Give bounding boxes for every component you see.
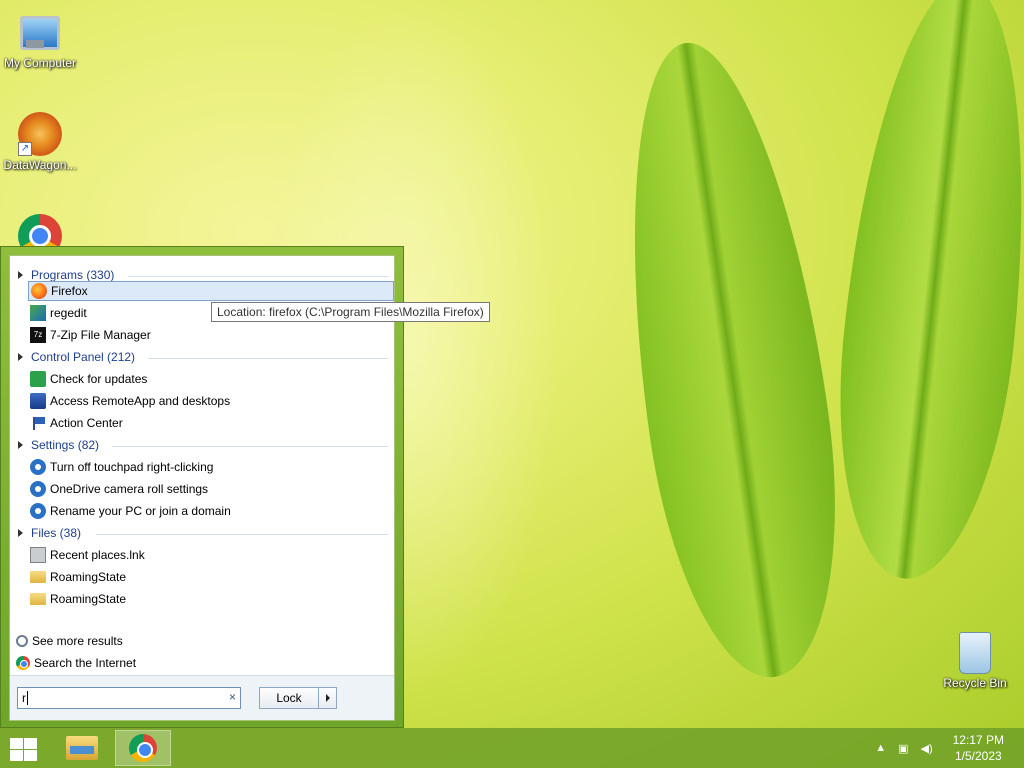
divider [128, 276, 388, 277]
result-check-updates[interactable]: Check for updates [28, 369, 394, 389]
result-rename-pc[interactable]: Rename your PC or join a domain [28, 501, 394, 521]
result-label: Firefox [51, 284, 88, 298]
desktop-icon-label: My Computer [3, 56, 77, 70]
group-label: Files (38) [31, 526, 82, 540]
folder-icon [30, 593, 46, 605]
result-label: Recent places.lnk [50, 548, 145, 562]
wallpaper-leaf-left [596, 30, 864, 690]
see-more-label: See more results [32, 634, 123, 648]
desktop-icon-recycle-bin[interactable]: Recycle Bin [935, 632, 1015, 690]
magnifier-icon [16, 635, 28, 647]
taskbar-file-explorer[interactable] [54, 730, 110, 766]
result-remoteapp[interactable]: Access RemoteApp and desktops [28, 391, 394, 411]
start-menu-panel: Programs (330) Firefox regedit 7z 7-Zip … [9, 255, 395, 721]
result-7zip[interactable]: 7z 7-Zip File Manager [28, 325, 394, 345]
result-label: Rename your PC or join a domain [50, 504, 231, 518]
expand-arrow-icon [18, 441, 23, 449]
7zip-icon: 7z [30, 327, 46, 343]
folder-icon [30, 571, 46, 583]
result-roamingstate[interactable]: RoamingState [28, 589, 394, 609]
shortcut-arrow-icon: ↗ [18, 142, 32, 156]
lock-options-arrow-icon[interactable] [319, 688, 336, 708]
group-programs[interactable]: Programs (330) [18, 268, 388, 282]
result-firefox[interactable]: Firefox [28, 281, 394, 301]
taskbar: ▲ ▣ ◀) 12:17 PM 1/5/2023 [0, 728, 1024, 768]
result-onedrive[interactable]: OneDrive camera roll settings [28, 479, 394, 499]
desktop-icon-label: Recycle Bin [943, 676, 1007, 690]
search-the-internet[interactable]: Search the Internet [16, 656, 136, 670]
text-cursor [27, 691, 28, 705]
wallpaper-leaf-right [819, 0, 1024, 588]
result-roamingstate[interactable]: RoamingState [28, 567, 394, 587]
start-menu-footer: r × Lock [10, 675, 394, 720]
recycle-bin-icon [959, 632, 991, 674]
result-recent-places[interactable]: Recent places.lnk [28, 545, 394, 565]
see-more-results[interactable]: See more results [16, 634, 123, 648]
desktop-icon-datawagon[interactable]: ↗ DataWagon... [0, 112, 80, 172]
expand-arrow-icon [18, 271, 23, 279]
group-control-panel[interactable]: Control Panel (212) [18, 350, 388, 364]
desktop-icon-label: DataWagon... [3, 158, 77, 172]
result-label: Access RemoteApp and desktops [50, 394, 231, 408]
result-action-center[interactable]: Action Center [28, 413, 394, 433]
lock-button[interactable]: Lock [259, 687, 337, 709]
divider [96, 534, 388, 535]
clock-date: 1/5/2023 [954, 749, 1002, 763]
flag-icon [30, 415, 46, 431]
show-hidden-icons-icon[interactable]: ▲ [875, 742, 886, 754]
expand-arrow-icon [18, 529, 23, 537]
search-input[interactable]: r × [17, 687, 241, 709]
taskbar-chrome[interactable] [115, 730, 171, 766]
search-text: r [22, 691, 26, 705]
system-tray: ▲ ▣ ◀) 12:17 PM 1/5/2023 [869, 728, 1024, 768]
group-files[interactable]: Files (38) [18, 526, 388, 540]
clock[interactable]: 12:17 PM 1/5/2023 [953, 732, 1004, 764]
result-label: RoamingState [50, 592, 127, 606]
result-label: Turn off touchpad right-clicking [50, 460, 214, 474]
result-touchpad[interactable]: Turn off touchpad right-clicking [28, 457, 394, 477]
result-label: RoamingState [50, 570, 127, 584]
chrome-icon [16, 656, 30, 670]
expand-arrow-icon [18, 353, 23, 361]
remote-desktop-icon [30, 393, 46, 409]
chrome-icon [129, 734, 157, 762]
group-label: Control Panel (212) [31, 350, 136, 364]
clock-time: 12:17 PM [952, 733, 1004, 747]
divider [148, 358, 388, 359]
file-explorer-icon [66, 736, 98, 760]
result-label: Check for updates [50, 372, 148, 386]
desktop-icon-my-computer[interactable]: My Computer [0, 10, 80, 70]
datawagon-icon: ↗ [18, 112, 62, 156]
gear-icon [30, 481, 46, 497]
clear-search-icon[interactable]: × [229, 690, 236, 704]
windows-update-icon [30, 371, 46, 387]
result-label: regedit [50, 306, 87, 320]
windows-logo-icon [10, 738, 23, 749]
regedit-icon [30, 305, 46, 321]
group-label: Settings (82) [31, 438, 100, 452]
search-internet-label: Search the Internet [34, 656, 137, 670]
windows-start-button[interactable] [8, 737, 38, 761]
firefox-icon [31, 283, 47, 299]
result-label: 7-Zip File Manager [50, 328, 151, 342]
group-label: Programs (330) [31, 268, 115, 282]
group-settings[interactable]: Settings (82) [18, 438, 388, 452]
shortcut-file-icon [30, 547, 46, 563]
divider [112, 446, 388, 447]
gear-icon [30, 503, 46, 519]
lock-label: Lock [260, 688, 319, 708]
gear-icon [30, 459, 46, 475]
firefox-location-tooltip: Location: firefox (C:\Program Files\Mozi… [211, 302, 490, 322]
result-label: Action Center [50, 416, 123, 430]
volume-icon[interactable]: ◀) [921, 742, 933, 755]
network-icon[interactable]: ▣ [898, 742, 908, 755]
computer-icon [18, 10, 62, 54]
result-label: OneDrive camera roll settings [50, 482, 209, 496]
